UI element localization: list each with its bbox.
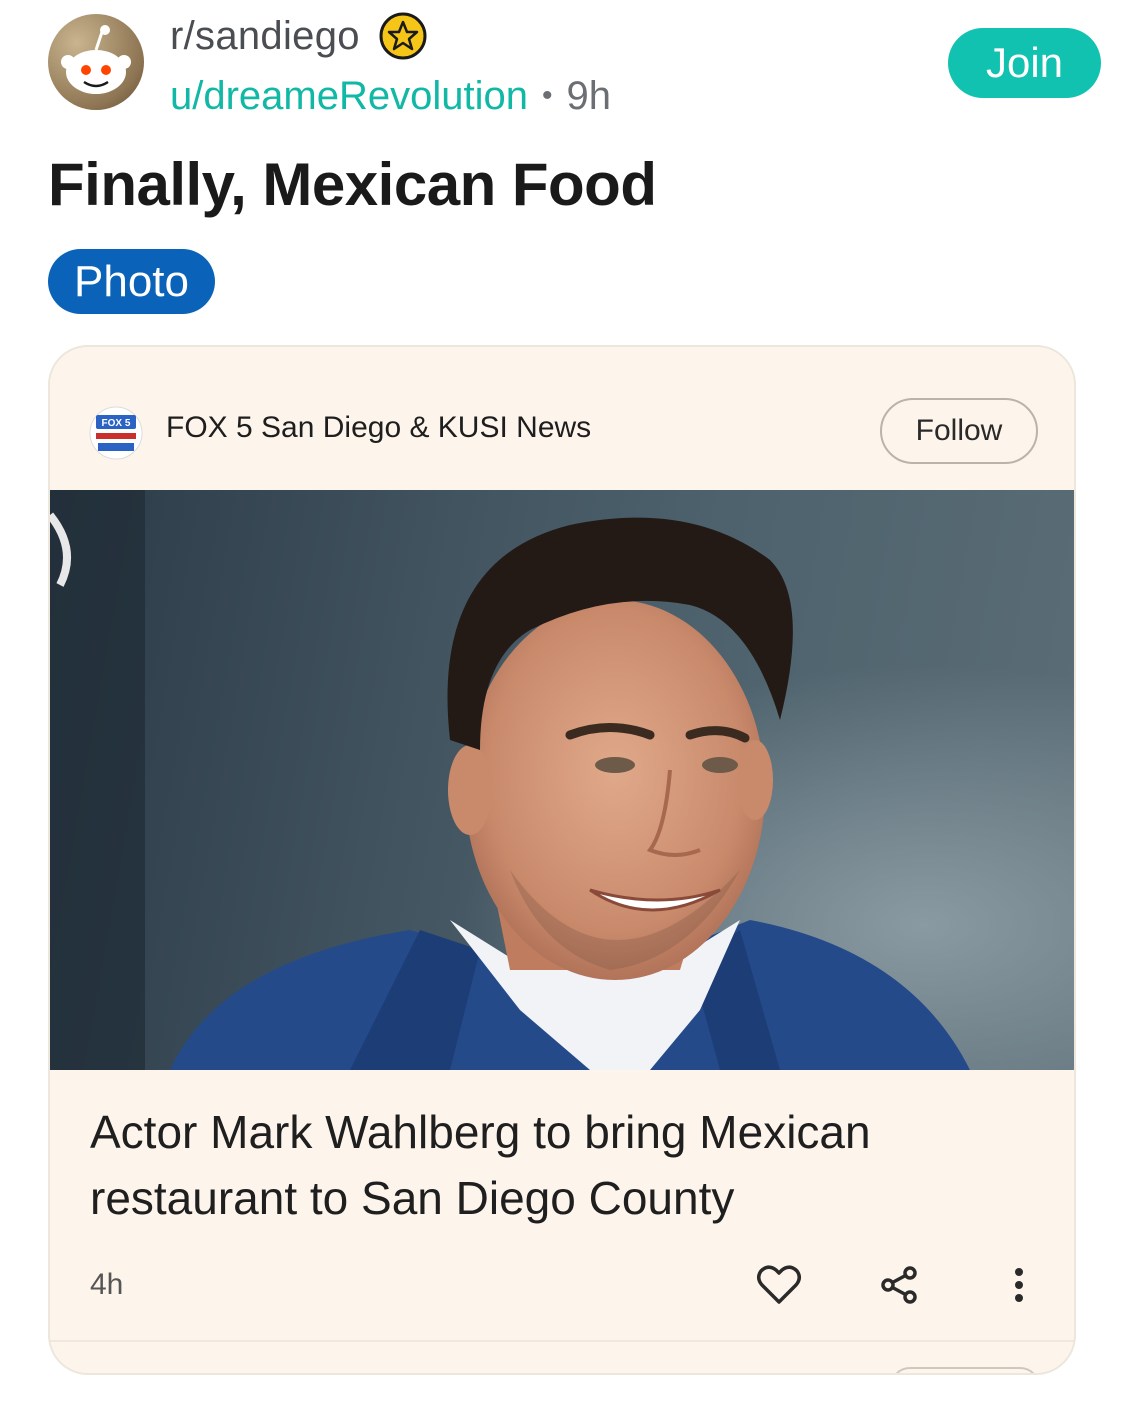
fox5-logo-text: FOX 5 [102, 418, 131, 429]
share-icon [881, 1266, 917, 1304]
article-headline[interactable]: Actor Mark Wahlberg to bring Mexican res… [90, 1099, 1030, 1231]
portrait-image [50, 490, 1074, 1070]
reddit-snoo-icon [61, 25, 131, 94]
post-age: 9h [566, 73, 612, 118]
separator-dot: • [542, 79, 553, 112]
post-title[interactable]: Finally, Mexican Food [48, 150, 657, 219]
card-divider [50, 1340, 1074, 1342]
subreddit-name[interactable]: r/sandiego [170, 14, 360, 59]
heart-icon [757, 1265, 801, 1304]
share-button[interactable] [874, 1260, 924, 1310]
news-card[interactable]: FOX 5 FOX 5 San Diego & KUSI News Follow [48, 345, 1076, 1375]
star-badge-icon [379, 12, 427, 60]
article-photo[interactable] [50, 490, 1074, 1070]
more-options-button[interactable] [994, 1260, 1044, 1310]
like-button[interactable] [754, 1260, 804, 1310]
fox5-kusi-logo: FOX 5 [89, 406, 143, 460]
article-age: 4h [90, 1268, 124, 1301]
flair-badge[interactable]: Photo [48, 249, 215, 314]
author-row: u/dreameRevolution • 9h [170, 70, 611, 122]
subreddit-avatar[interactable] [48, 14, 144, 110]
follow-button[interactable]: Follow [880, 398, 1038, 464]
author-link[interactable]: u/dreameRevolution [170, 74, 528, 119]
more-vert-icon [1015, 1268, 1023, 1302]
subreddit-row: r/sandiego [170, 10, 428, 62]
join-button[interactable]: Join [948, 28, 1101, 98]
next-item-pill [890, 1367, 1040, 1373]
publisher-name[interactable]: FOX 5 San Diego & KUSI News [166, 411, 591, 445]
